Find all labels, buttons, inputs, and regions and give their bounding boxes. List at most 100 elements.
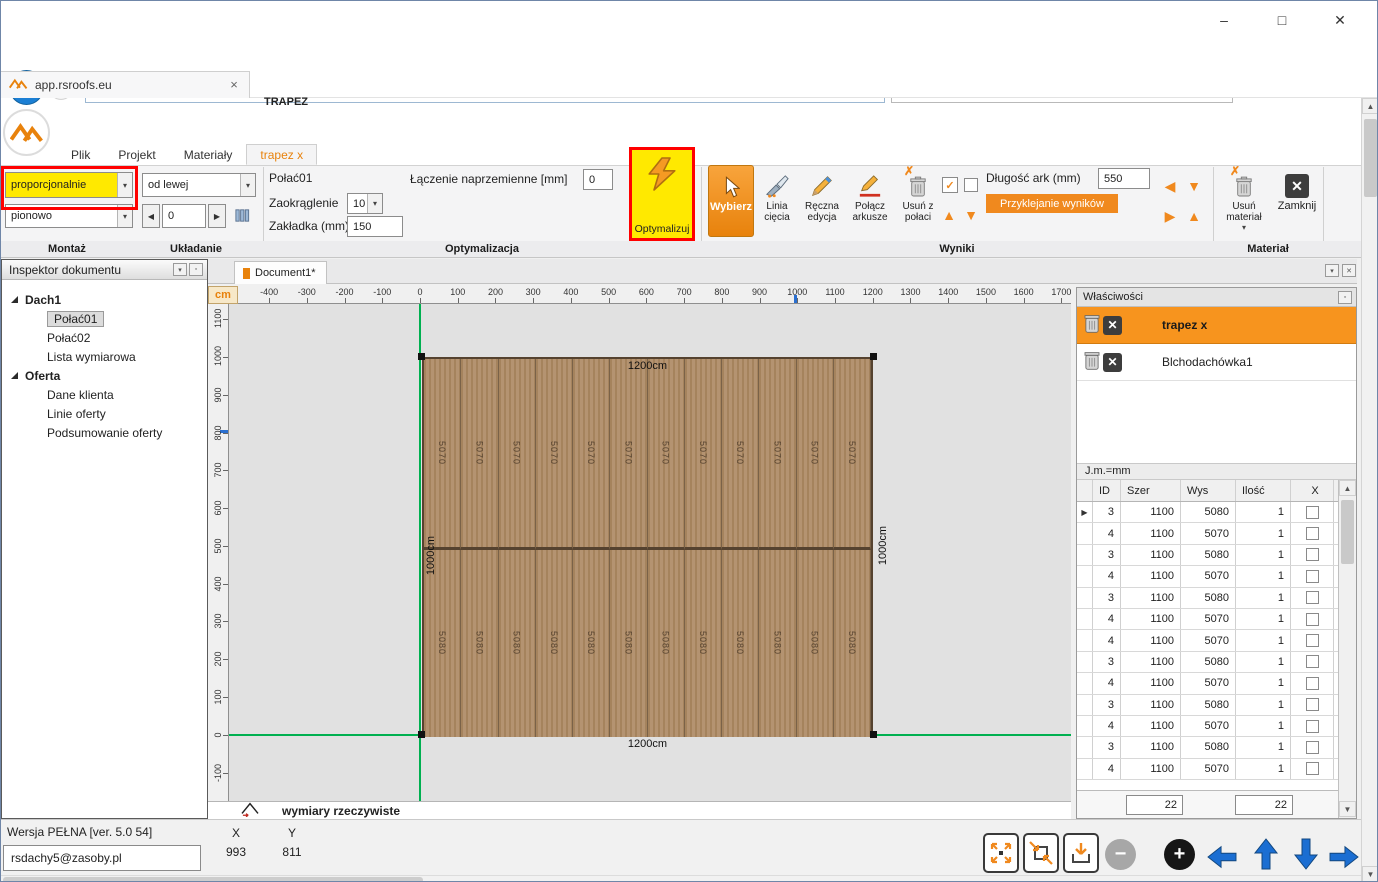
sum-right-field[interactable]: 22 bbox=[1235, 795, 1293, 815]
ribbon-tab-trapez-x[interactable]: trapez x bbox=[246, 144, 317, 165]
table-row[interactable]: ▶3110050801 bbox=[1077, 502, 1338, 523]
rounding-combo[interactable]: 10 ▾ bbox=[347, 193, 383, 214]
tree-item-połać02[interactable]: Połać02 bbox=[2, 328, 207, 347]
remove-from-surface-button[interactable]: ✗ Usuń z połaci bbox=[896, 165, 940, 237]
close-x-icon[interactable]: ✕ bbox=[1103, 316, 1122, 335]
tab-close-icon[interactable]: × bbox=[225, 76, 243, 94]
row-checkbox[interactable] bbox=[1306, 591, 1319, 604]
table-row[interactable]: 4110050701 bbox=[1077, 566, 1338, 587]
table-row[interactable]: 3110050801 bbox=[1077, 545, 1338, 566]
pan-down-button[interactable] bbox=[1289, 837, 1323, 874]
move-left-icon[interactable]: ◀ bbox=[1161, 177, 1179, 195]
tree-item-lista-wymiarowa[interactable]: Lista wymiarowa bbox=[2, 347, 207, 366]
ribbon-tab-projekt[interactable]: Projekt bbox=[104, 144, 169, 165]
tree-item-połać01[interactable]: Połać01 bbox=[2, 309, 207, 328]
material-row-blachodachowka[interactable]: ✕ Blchodachówka1 bbox=[1077, 344, 1356, 381]
zoom-selection-button[interactable] bbox=[1023, 833, 1059, 873]
row-checkbox[interactable] bbox=[1306, 548, 1319, 561]
close-material-button[interactable]: ✕ Zamknij bbox=[1273, 165, 1321, 237]
roof-sheet[interactable]: 5070 bbox=[610, 359, 647, 550]
roof-sheet[interactable]: 5070 bbox=[759, 359, 796, 550]
overlap-input[interactable]: 150 bbox=[347, 216, 403, 237]
mount-orientation-combo[interactable]: pionowo ▾ bbox=[5, 204, 133, 228]
remove-material-button[interactable]: ✗ Usuń materiał ▾ bbox=[1219, 165, 1269, 237]
sheet-length-input[interactable]: 550 bbox=[1098, 168, 1150, 189]
table-row[interactable]: 4110050701 bbox=[1077, 630, 1338, 651]
roof-sheet[interactable]: 5080 bbox=[648, 550, 685, 737]
roof-sheet[interactable]: 5080 bbox=[499, 550, 536, 737]
zoom-in-button[interactable]: + bbox=[1164, 839, 1195, 870]
inspector-collapse-button[interactable]: ▫ bbox=[189, 263, 203, 276]
roof-sheet[interactable]: 5070 bbox=[685, 359, 722, 550]
close-x-icon[interactable]: ✕ bbox=[1103, 353, 1122, 372]
optimize-button[interactable]: Optymalizuj bbox=[631, 149, 693, 239]
row-checkbox[interactable] bbox=[1306, 720, 1319, 733]
zoom-fit-button[interactable] bbox=[983, 833, 1019, 873]
offset-increase-button[interactable]: ▶ bbox=[208, 204, 226, 228]
roof-sheet[interactable]: 5080 bbox=[610, 550, 647, 737]
window-minimize-button[interactable]: – bbox=[1201, 7, 1247, 33]
table-scrollbar[interactable]: ▲ ▼ bbox=[1338, 480, 1356, 818]
row-checkbox[interactable] bbox=[1306, 698, 1319, 711]
roof-sheet[interactable]: 5070 bbox=[499, 359, 536, 550]
roof-sheet[interactable]: 5080 bbox=[834, 550, 871, 737]
results-checkbox-checked[interactable]: ✓ bbox=[942, 177, 958, 193]
table-row[interactable]: 3110050801 bbox=[1077, 695, 1338, 716]
chevron-down-icon[interactable]: ▾ bbox=[117, 173, 132, 197]
cut-line-button[interactable]: Linia cięcia bbox=[756, 165, 798, 237]
corner-handle[interactable] bbox=[870, 353, 877, 360]
roof-sheet[interactable]: 5070 bbox=[461, 359, 498, 550]
roof-sheet[interactable]: 5080 bbox=[797, 550, 834, 737]
window-close-button[interactable]: ✕ bbox=[1317, 7, 1363, 33]
row-checkbox[interactable] bbox=[1306, 655, 1319, 668]
move-up-icon[interactable]: ▲ bbox=[1185, 207, 1203, 225]
move-right-icon[interactable]: ▶ bbox=[1161, 207, 1179, 225]
sort-down-icon[interactable]: ▼ bbox=[962, 206, 980, 224]
layout-direction-combo[interactable]: od lewej ▾ bbox=[142, 173, 256, 197]
table-row[interactable]: 4110050701 bbox=[1077, 609, 1338, 630]
scrollbar-thumb[interactable] bbox=[3, 877, 423, 882]
browser-horizontal-scrollbar[interactable] bbox=[1, 875, 1361, 882]
columns-icon[interactable] bbox=[234, 207, 251, 227]
scroll-down-icon[interactable]: ▼ bbox=[1339, 801, 1356, 817]
tree-item-linie-oferty[interactable]: Linie oferty bbox=[2, 404, 207, 423]
properties-collapse-button[interactable]: ▫ bbox=[1338, 291, 1352, 304]
corner-handle[interactable] bbox=[418, 353, 425, 360]
scroll-up-icon[interactable]: ▲ bbox=[1362, 98, 1378, 114]
row-checkbox[interactable] bbox=[1306, 762, 1319, 775]
browser-tab[interactable]: app.rsroofs.eu × bbox=[1, 71, 250, 98]
roof-sheet[interactable]: 5070 bbox=[797, 359, 834, 550]
table-row[interactable]: 3110050801 bbox=[1077, 737, 1338, 758]
sort-up-icon[interactable]: ▲ bbox=[940, 206, 958, 224]
material-row-trapez[interactable]: ✕ trapez x bbox=[1077, 307, 1356, 344]
zoom-region-button[interactable] bbox=[1063, 833, 1099, 873]
account-field[interactable]: rsdachy5@zasoby.pl bbox=[3, 845, 201, 871]
tree-item-dane-klienta[interactable]: Dane klienta bbox=[2, 385, 207, 404]
table-row[interactable]: 4110050701 bbox=[1077, 523, 1338, 544]
roof-sheet[interactable]: 5070 bbox=[834, 359, 871, 550]
ribbon-tab-materiały[interactable]: Materiały bbox=[170, 144, 247, 165]
roof-sheet[interactable]: 5070 bbox=[573, 359, 610, 550]
row-checkbox[interactable] bbox=[1306, 506, 1319, 519]
roof-sheet[interactable]: 5080 bbox=[685, 550, 722, 737]
chevron-down-icon[interactable]: ▾ bbox=[117, 205, 132, 227]
window-maximize-button[interactable]: □ bbox=[1259, 7, 1305, 33]
chevron-down-icon[interactable]: ▾ bbox=[240, 174, 255, 196]
tabstrip-dropdown-button[interactable]: ▾ bbox=[1325, 264, 1339, 277]
roof-surface[interactable]: 5070507050705070507050705070507050705070… bbox=[422, 357, 873, 735]
tree-item-dach1[interactable]: Dach1 bbox=[2, 290, 207, 309]
row-checkbox[interactable] bbox=[1306, 527, 1319, 540]
table-row[interactable]: 3110050801 bbox=[1077, 588, 1338, 609]
pan-left-button[interactable] bbox=[1205, 843, 1239, 874]
corner-handle[interactable] bbox=[418, 731, 425, 738]
tree-expander-icon[interactable] bbox=[11, 372, 18, 379]
scrollbar-thumb[interactable] bbox=[1341, 500, 1354, 564]
tree-item-podsumowanie-oferty[interactable]: Podsumowanie oferty bbox=[2, 423, 207, 442]
corner-handle[interactable] bbox=[870, 731, 877, 738]
document-tab[interactable]: Document1* bbox=[234, 261, 327, 284]
trash-icon[interactable] bbox=[1083, 313, 1101, 337]
sum-left-field[interactable]: 22 bbox=[1126, 795, 1183, 815]
app-logo[interactable] bbox=[3, 109, 50, 156]
row-checkbox[interactable] bbox=[1306, 677, 1319, 690]
stagger-input[interactable]: 0 bbox=[583, 169, 613, 190]
